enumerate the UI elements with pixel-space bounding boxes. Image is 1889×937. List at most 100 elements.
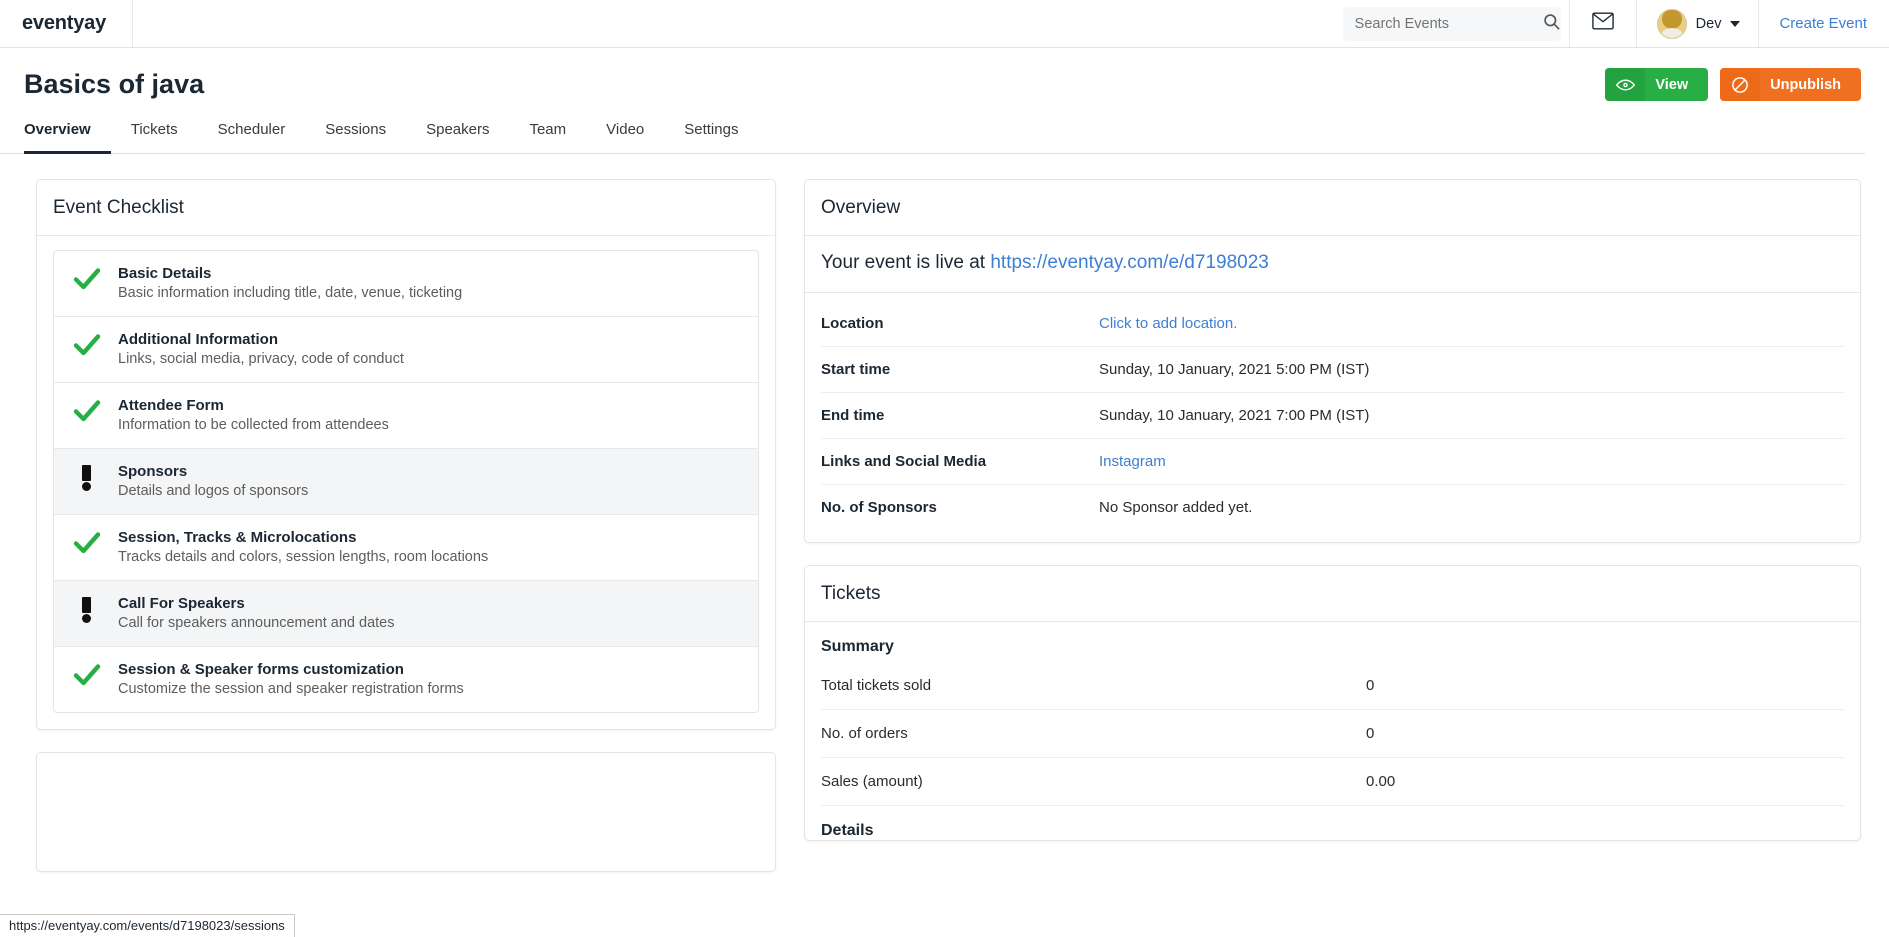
checklist-item-text: Session, Tracks & Microlocations Tracks d… [118,529,488,565]
overview-row-value[interactable]: Click to add location. [1099,315,1237,332]
checklist-item-text: Sponsors Details and logos of sponsors [118,463,308,499]
header-actions: View Unpublish [1605,68,1861,101]
event-live-row: Your event is live at https://eventyay.c… [805,236,1860,293]
checklist-item-title: Additional Information [118,331,278,348]
check-icon [70,529,104,555]
search-events-box[interactable] [1342,6,1561,41]
check-icon [70,265,104,291]
tickets-card: Tickets Summary Total tickets sold 0 No. o… [804,565,1861,841]
messages-button[interactable] [1568,0,1636,47]
checklist-item-description: Customize the session and speaker regist… [118,681,464,697]
event-live-prefix: Your event is live at [821,252,986,273]
checklist-item-description: Call for speakers announcement and dates [118,615,395,631]
exclamation-icon [70,463,104,491]
tab-sessions[interactable]: Sessions [305,115,406,154]
exclamation-icon [70,595,104,623]
tab-scheduler[interactable]: Scheduler [198,115,306,154]
ticket-summary-row: Total tickets sold 0 [821,662,1844,710]
overview-row-key: No. of Sponsors [821,499,937,516]
checklist-item[interactable]: Sponsors Details and logos of sponsors [54,449,758,515]
tab-video[interactable]: Video [586,115,664,154]
tickets-summary-title: Summary [821,638,894,655]
check-icon [70,397,104,423]
checklist-item[interactable]: Basic Details Basic information including… [54,251,758,317]
checklist-item[interactable]: Call For Speakers Call for speakers annou… [54,581,758,647]
ticket-summary-key: Sales (amount) [821,773,923,790]
checklist-item[interactable]: Session, Tracks & Microlocations Tracks d… [54,515,758,581]
eye-icon [1605,68,1646,101]
view-button[interactable]: View [1605,68,1709,101]
tickets-summary-rows: Total tickets sold 0 No. of orders 0 Sales (… [805,662,1860,806]
tab-speakers[interactable]: Speakers [406,115,509,154]
tickets-details-title: Details [821,822,874,839]
ticket-summary-value: 0 [1366,725,1375,742]
search-icon[interactable] [1542,12,1561,36]
view-button-label: View [1655,76,1689,93]
right-column: Overview Your event is live at https://e… [804,179,1861,863]
checklist-item-text: Session & Speaker forms customization Cus… [118,661,464,697]
ticket-summary-value: 0 [1366,677,1375,694]
overview-row-key: Links and Social Media [821,453,987,470]
event-checklist-body: Basic Details Basic information including… [37,236,775,729]
overview-row-key: End time [821,407,885,424]
search-input[interactable] [1354,15,1542,32]
checklist-list: Basic Details Basic information including… [53,250,759,713]
tab-tickets[interactable]: Tickets [111,115,198,154]
chevron-down-icon[interactable] [1730,20,1741,27]
ticket-summary-row: Sales (amount) 0.00 [821,758,1844,806]
avatar [1656,8,1687,39]
user-menu[interactable]: Dev [1635,0,1759,47]
overview-row: Location Click to add location. [821,301,1844,347]
tab-team[interactable]: Team [509,115,586,154]
overview-row-value[interactable]: Instagram [1099,453,1166,470]
ban-icon [1720,68,1761,101]
status-bar-url: https://eventyay.com/events/d7198023/ses… [0,914,295,937]
checklist-item-description: Information to be collected from attende… [118,417,389,433]
ticket-summary-value: 0.00 [1366,773,1396,790]
check-icon [70,661,104,687]
checklist-item-text: Basic Details Basic information including… [118,265,462,301]
unpublish-button[interactable]: Unpublish [1720,68,1861,101]
checklist-item-text: Call For Speakers Call for speakers annou… [118,595,394,631]
overview-row-key: Start time [821,361,891,378]
overview-row-value: Sunday, 10 January, 2021 5:00 PM (IST) [1099,361,1370,378]
checklist-item-title: Sponsors [118,463,188,480]
checklist-item[interactable]: Attendee Form Information to be collected… [54,383,758,449]
overview-row-value: No Sponsor added yet. [1099,499,1253,516]
event-tabs: Overview Tickets Scheduler Sessions Speakers… [0,107,1865,154]
checklist-item-description: Basic information including title, date,… [118,285,463,301]
overview-row: Links and Social Media Instagram [821,439,1844,485]
check-icon [70,331,104,357]
navbar-spacer [133,0,1343,47]
overview-row: No. of Sponsors No Sponsor added yet. [821,485,1844,530]
secondary-left-card [36,752,776,872]
overview-row: End time Sunday, 10 January, 2021 7:00 PM… [821,393,1844,439]
ticket-summary-row: No. of orders 0 [821,710,1844,758]
checklist-item-title: Attendee Form [118,397,224,414]
event-checklist-title: Event Checklist [37,180,775,236]
checklist-item-text: Attendee Form Information to be collected… [118,397,389,433]
top-navbar: eventyay Dev Create Event [0,0,1889,48]
create-event-link[interactable]: Create Event [1758,0,1889,47]
checklist-item-title: Basic Details [118,265,212,282]
brand-logo[interactable]: eventyay [0,0,133,47]
overview-rows: Location Click to add location. Start time… [805,293,1860,542]
envelope-icon[interactable] [1591,12,1614,35]
overview-row-key: Location [821,315,884,332]
ticket-summary-key: No. of orders [821,725,908,742]
checklist-item-text: Additional Information Links, social medi… [118,331,404,367]
tab-overview[interactable]: Overview [24,115,111,154]
tab-settings[interactable]: Settings [664,115,758,154]
overview-row: Start time Sunday, 10 January, 2021 5:00 … [821,347,1844,393]
checklist-item-description: Tracks details and colors, session lengt… [118,549,489,565]
checklist-item[interactable]: Session & Speaker forms customization Cus… [54,647,758,712]
checklist-item-title: Session & Speaker forms customization [118,661,404,678]
overview-card: Overview Your event is live at https://e… [804,179,1861,543]
event-checklist-card: Event Checklist Basic Details Basic infor… [36,179,776,730]
overview-row-value: Sunday, 10 January, 2021 7:00 PM (IST) [1099,407,1370,424]
checklist-item[interactable]: Additional Information Links, social medi… [54,317,758,383]
checklist-item-title: Session, Tracks & Microlocations [118,529,357,546]
unpublish-button-label: Unpublish [1770,76,1841,93]
event-live-url[interactable]: https://eventyay.com/e/d7198023 [990,252,1269,273]
user-name: Dev [1695,15,1722,32]
